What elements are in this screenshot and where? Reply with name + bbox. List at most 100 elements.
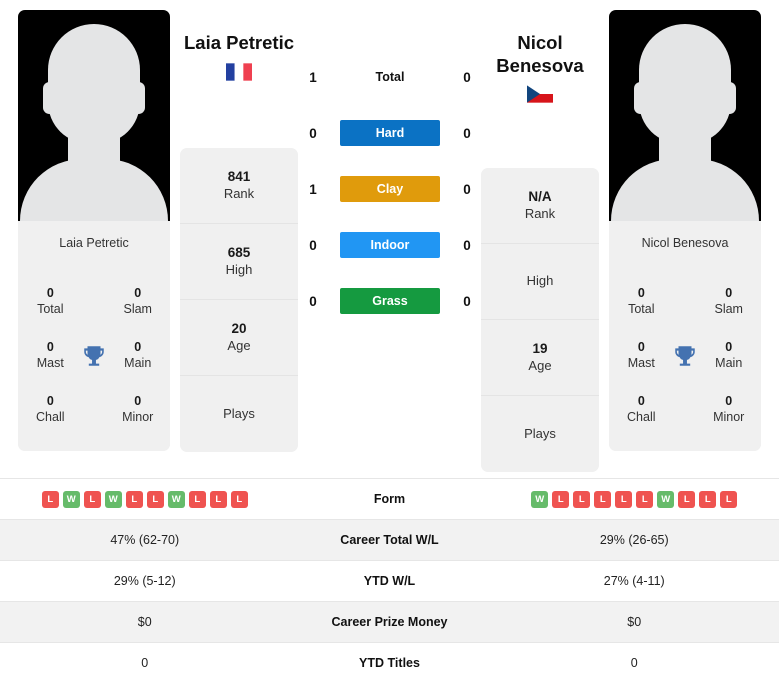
stat-rank-right: N/A Rank: [481, 168, 599, 244]
table-label-ytd-titles: YTD Titles: [359, 656, 420, 670]
stat-high-right: High: [481, 244, 599, 320]
stat-high-left: 685 High: [180, 224, 298, 300]
player-card-right[interactable]: Nicol Benesova 0 Total 0 Slam 0 Mast 0 M…: [609, 10, 761, 451]
table-row-career-total-w-l: 47% (62-70) Career Total W/L 29% (26-65): [0, 519, 779, 560]
titles-main-label-right: Main: [715, 356, 743, 370]
form-badge-left-5[interactable]: L: [146, 490, 164, 508]
table-label-form: Form: [373, 492, 406, 506]
titles-minor-right: 0 Minor: [704, 394, 753, 425]
h2h-surface-scoreboard: 1 Total 0 0 Hard 0 1 Clay 0 0 Indoor 0 0 Grass 0: [300, 58, 480, 320]
h2h-left-score-grass: 0: [309, 293, 317, 309]
titles-chall-value-right: 0: [637, 394, 645, 409]
fr-flag-icon: [226, 62, 252, 81]
h2h-comparison-page: Laia Petretic 0 Total 0 Slam 0 Mast 0 Ma…: [0, 0, 779, 699]
form-badge-left-2[interactable]: L: [83, 490, 101, 508]
titles-row-total-slam-left: 0 Total 0 Slam: [18, 275, 170, 329]
stat-plays-label-right: Plays: [524, 425, 556, 441]
titles-mast-right: 0 Mast: [617, 340, 666, 371]
form-badge-right-1[interactable]: L: [552, 490, 570, 508]
player-card-name-right: Nicol Benesova: [609, 221, 761, 265]
form-badge-right-3[interactable]: L: [594, 490, 612, 508]
stat-high-label-left: High: [225, 261, 253, 277]
titles-main-left: 0 Main: [113, 340, 162, 371]
h2h-left-score-clay: 1: [309, 181, 317, 197]
titles-minor-value-left: 0: [134, 394, 142, 409]
trophy-icon: [675, 346, 695, 366]
form-badge-right-8[interactable]: L: [699, 490, 717, 508]
table-cell-left-form: LWLWLLWLLL: [0, 490, 290, 508]
titles-grid-right: 0 Total 0 Slam 0 Mast 0 Main 0 Chall 0 M…: [609, 265, 761, 451]
titles-slam-value-right: 0: [725, 286, 733, 301]
table-row-form: L W L W L L W L L L Form W L L L L L W L L L: [0, 478, 779, 519]
h2h-right-score-indoor: 0: [463, 237, 471, 253]
titles-mast-left: 0 Mast: [26, 340, 75, 371]
form-badge-left-7[interactable]: L: [188, 490, 206, 508]
table-cell-right-career-prize-money: $0: [627, 615, 642, 629]
h2h-surface-badge-hard[interactable]: Hard: [340, 120, 440, 146]
h2h-left-score-total: 1: [309, 69, 317, 85]
titles-mast-label-left: Mast: [36, 356, 64, 370]
player-name-right[interactable]: Nicol Benesova: [481, 32, 599, 77]
table-cell-right-career-total-w-l: 29% (26-65): [599, 533, 669, 547]
table-cell-right-form: WLLLLLWLLL: [490, 490, 779, 508]
trophy-icon-wrap-right: [666, 343, 705, 369]
form-badge-left-1[interactable]: W: [62, 490, 80, 508]
h2h-surface-badge-clay[interactable]: Clay: [340, 176, 440, 202]
form-badge-right-0[interactable]: W: [531, 490, 549, 508]
h2h-row-hard: 0 Hard 0: [300, 114, 480, 152]
form-strip-right: WLLLLLWLLL: [531, 490, 738, 508]
form-badge-right-7[interactable]: L: [678, 490, 696, 508]
titles-grid-left: 0 Total 0 Slam 0 Mast 0 Main 0 Chall 0 M…: [18, 265, 170, 451]
titles-mast-value-right: 0: [637, 340, 645, 355]
h2h-right-score-hard: 0: [463, 125, 471, 141]
titles-slam-label-right: Slam: [714, 302, 743, 316]
form-badge-left-9[interactable]: L: [230, 490, 248, 508]
titles-minor-label-right: Minor: [713, 410, 745, 424]
player-name-left[interactable]: Laia Petretic: [180, 32, 298, 55]
stat-rank-label-right: Rank: [524, 205, 556, 221]
titles-slam-label-left: Slam: [123, 302, 152, 316]
form-badge-right-2[interactable]: L: [573, 490, 591, 508]
titles-slam-right: 0 Slam: [704, 286, 753, 317]
titles-chall-value-left: 0: [46, 394, 54, 409]
player-name-block-right: Nicol Benesova: [481, 32, 599, 103]
h2h-row-grass: 0 Grass 0: [300, 282, 480, 320]
titles-total-left: 0 Total: [26, 286, 75, 317]
form-badge-left-8[interactable]: L: [209, 490, 227, 508]
h2h-surface-badge-grass[interactable]: Grass: [340, 288, 440, 314]
player-card-left[interactable]: Laia Petretic 0 Total 0 Slam 0 Mast 0 Ma…: [18, 10, 170, 451]
stat-plays-label-left: Plays: [223, 405, 255, 421]
form-badge-left-3[interactable]: W: [104, 490, 122, 508]
table-cell-left-career-prize-money: $0: [137, 615, 152, 629]
titles-total-value-left: 0: [46, 286, 54, 301]
stat-age-label-left: Age: [227, 337, 251, 353]
titles-slam-value-left: 0: [134, 286, 142, 301]
form-badge-left-4[interactable]: L: [125, 490, 143, 508]
form-badge-left-6[interactable]: W: [167, 490, 185, 508]
h2h-row-total: 1 Total 0: [300, 58, 480, 96]
h2h-right-score-total: 0: [463, 69, 471, 85]
stat-age-value-left: 20: [231, 321, 247, 337]
table-cell-right-ytd-w-l: 27% (4-11): [603, 574, 665, 588]
titles-total-label-right: Total: [628, 302, 655, 316]
form-badge-left-0[interactable]: L: [41, 490, 59, 508]
form-strip-left: LWLWLLWLLL: [41, 490, 248, 508]
h2h-surface-badge-total[interactable]: Total: [340, 64, 440, 90]
titles-minor-label-left: Minor: [122, 410, 154, 424]
h2h-left-score-hard: 0: [309, 125, 317, 141]
stat-age-right: 19 Age: [481, 320, 599, 396]
stat-high-value-left: 685: [227, 245, 251, 261]
stat-rank-value-left: 841: [227, 169, 251, 185]
h2h-row-clay: 1 Clay 0: [300, 170, 480, 208]
form-badge-right-5[interactable]: L: [636, 490, 654, 508]
form-badge-right-4[interactable]: L: [615, 490, 633, 508]
titles-row-mast-main-left: 0 Mast 0 Main: [18, 329, 170, 383]
table-label-career-prize-money: Career Prize Money: [331, 615, 448, 629]
titles-total-right: 0 Total: [617, 286, 666, 317]
form-badge-right-9[interactable]: L: [720, 490, 738, 508]
form-badge-right-6[interactable]: W: [657, 490, 675, 508]
titles-main-right: 0 Main: [704, 340, 753, 371]
h2h-surface-badge-indoor[interactable]: Indoor: [340, 232, 440, 258]
stat-age-value-right: 19: [532, 341, 548, 357]
comparison-header: Laia Petretic 0 Total 0 Slam 0 Mast 0 Ma…: [0, 0, 779, 478]
